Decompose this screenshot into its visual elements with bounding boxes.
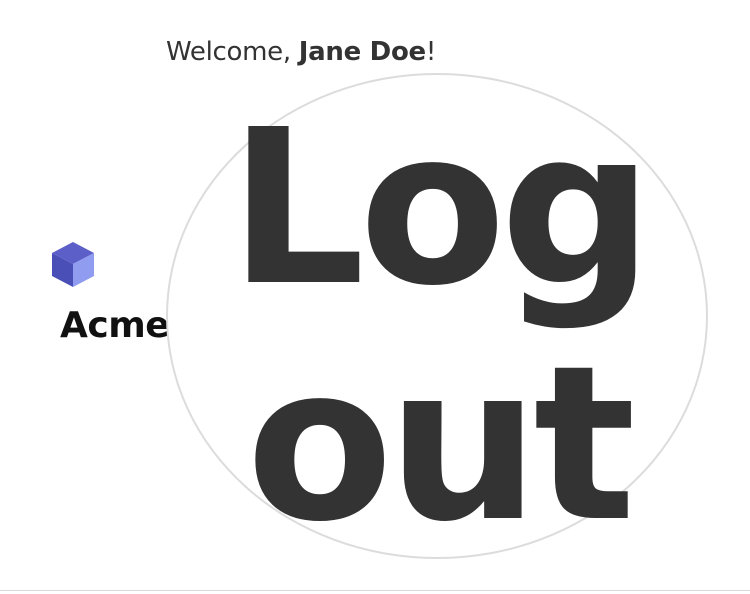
welcome-suffix: ! bbox=[425, 37, 436, 67]
brand[interactable]: Acme bbox=[50, 240, 170, 346]
page: Welcome, Jane Doe! Acme Log out bbox=[0, 0, 750, 594]
logout-button[interactable]: Log out bbox=[166, 73, 708, 563]
user-name: Jane Doe bbox=[298, 37, 426, 67]
footer-divider bbox=[0, 590, 750, 591]
welcome-prefix: Welcome, bbox=[166, 37, 299, 67]
logout-label: Log out bbox=[228, 84, 654, 569]
brand-name: Acme bbox=[60, 305, 170, 346]
welcome-message: Welcome, Jane Doe! bbox=[166, 34, 436, 70]
cube-icon bbox=[52, 242, 94, 287]
